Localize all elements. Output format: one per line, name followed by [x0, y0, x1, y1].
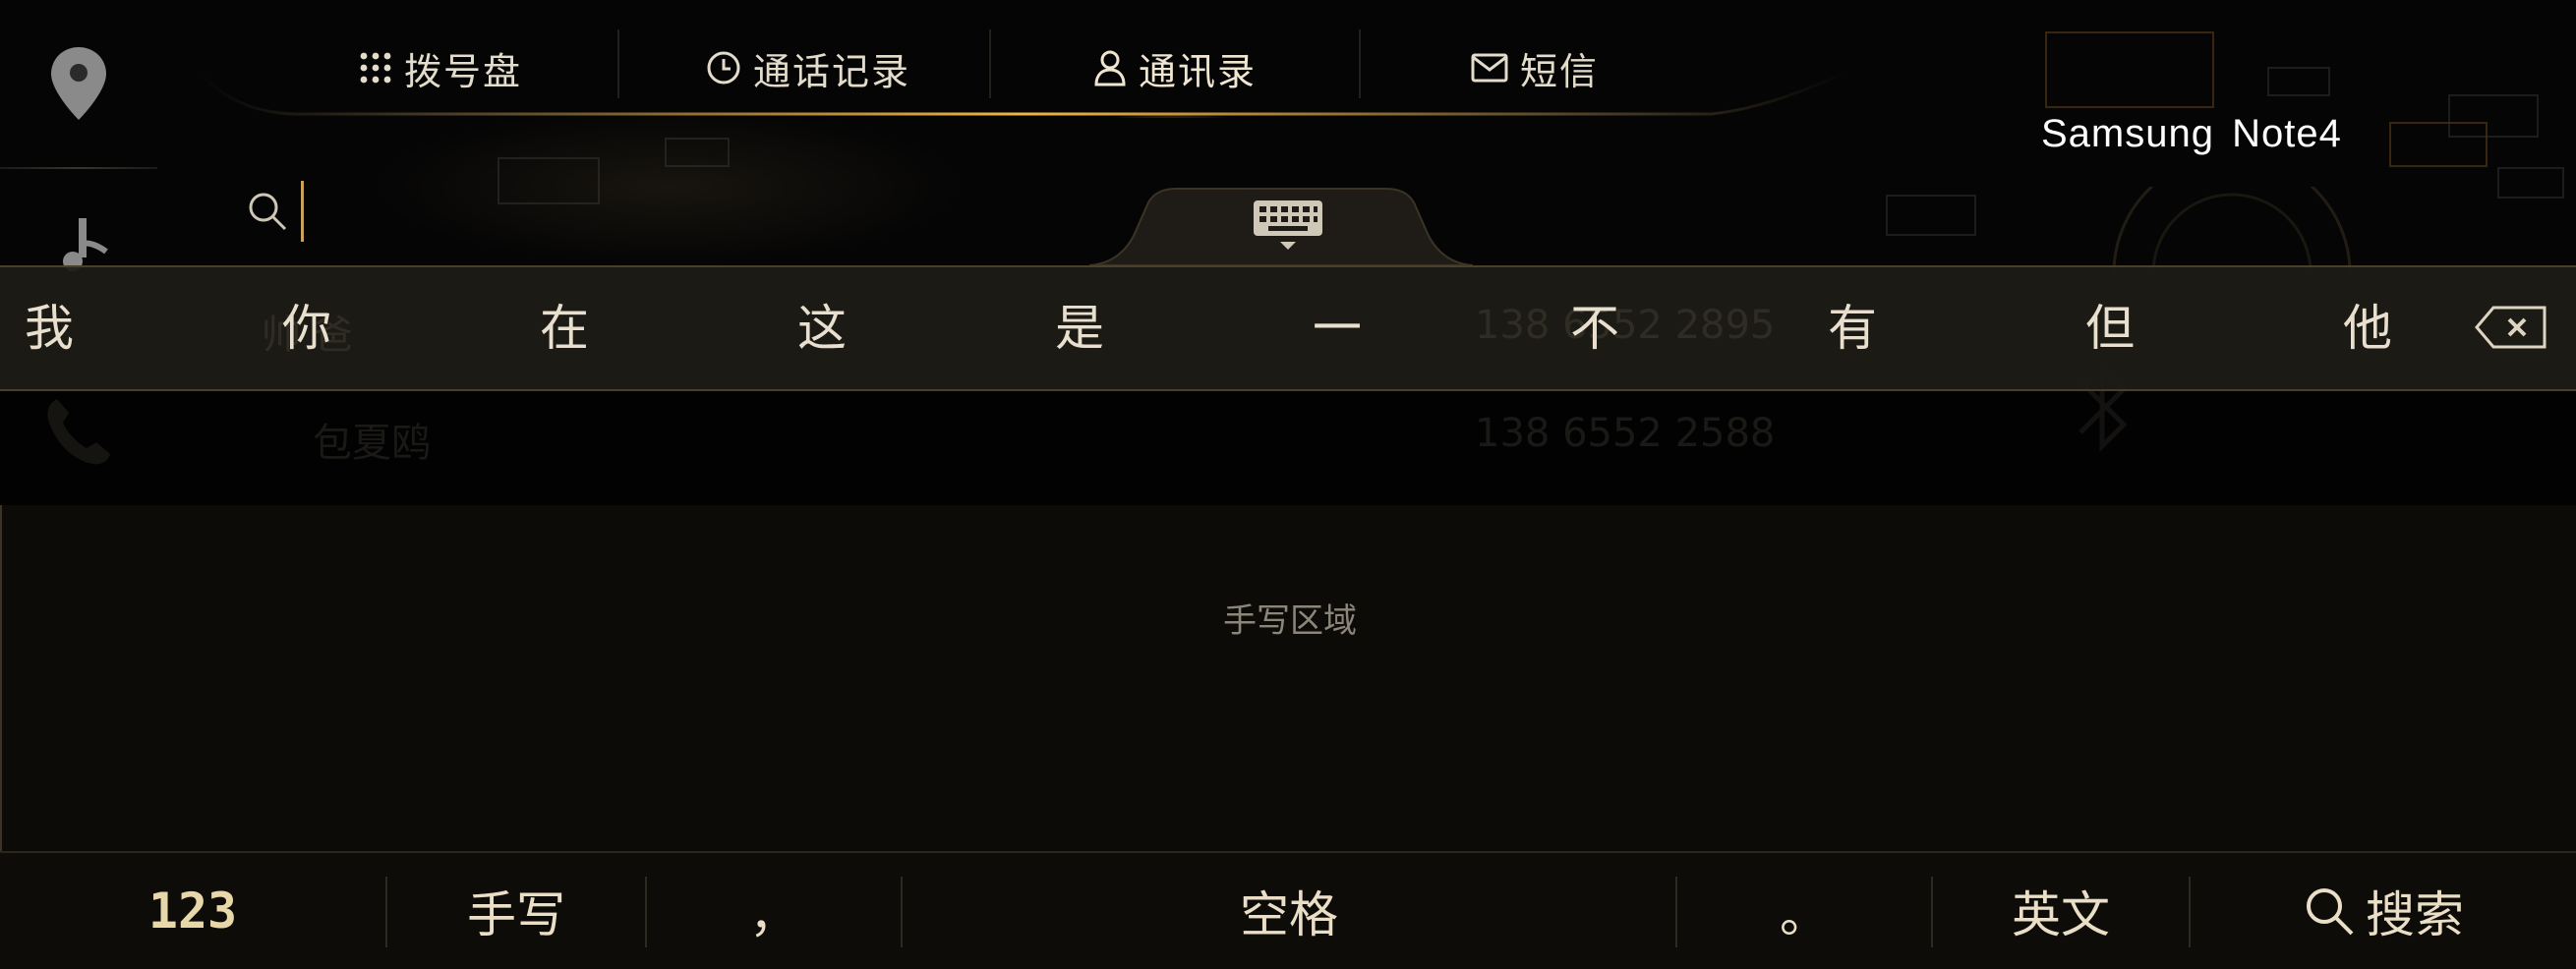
space-key-label: 空格: [1240, 886, 1338, 943]
deco-frame: [498, 157, 600, 204]
deco-frame: [665, 138, 730, 167]
deco-frame: [2497, 167, 2564, 199]
text-cursor: [301, 181, 304, 242]
candidate-word[interactable]: 你: [248, 267, 366, 389]
contact-phone: 138 6552 2588: [1475, 411, 1776, 456]
tab-separator: [989, 29, 991, 98]
handwriting-area[interactable]: 手写区域: [0, 505, 2576, 851]
location-pin-icon[interactable]: [49, 45, 108, 122]
period-key-label: 。: [1780, 886, 1829, 943]
dialpad-icon: [360, 52, 391, 84]
deco-frame: [2045, 31, 2214, 108]
deco-frame: [1886, 195, 1976, 236]
space-key[interactable]: 空格: [903, 853, 1675, 969]
comma-key[interactable]: ，: [647, 853, 901, 969]
candidate-word[interactable]: 我: [0, 267, 108, 389]
tab-bar: 拨号盘 通话记录 通讯录 短信: [197, 0, 1848, 118]
english-key-label: 英文: [2012, 886, 2110, 943]
handwrite-key-label: 手写: [467, 886, 565, 943]
tab-separator: [617, 29, 619, 98]
clock-icon: [707, 51, 740, 85]
left-rail: [0, 0, 157, 271]
handwrite-key[interactable]: 手写: [387, 853, 645, 969]
candidate-word[interactable]: 是: [1021, 267, 1139, 389]
deco-frame: [2267, 67, 2330, 96]
comma-key-label: ，: [749, 886, 798, 943]
music-note-icon[interactable]: [55, 214, 114, 273]
candidate-word[interactable]: 有: [1793, 267, 1911, 389]
deco-arc: [2112, 187, 2352, 274]
phone-icon: [47, 399, 110, 465]
tab-call-log[interactable]: 通话记录: [706, 37, 910, 98]
search-icon: [2307, 888, 2354, 936]
contact-name: 包夏鸥: [313, 421, 431, 466]
tab-sms[interactable]: 短信: [1471, 37, 1599, 98]
period-key[interactable]: 。: [1677, 853, 1931, 969]
search-icon: [249, 193, 287, 231]
english-key[interactable]: 英文: [1933, 853, 2189, 969]
rail-divider: [0, 167, 157, 169]
backspace-icon[interactable]: [2474, 305, 2548, 350]
candidate-word[interactable]: 他: [2309, 267, 2427, 389]
candidate-word[interactable]: 不: [1536, 267, 1654, 389]
tab-dialpad-label: 拨号盘: [404, 49, 523, 93]
background-contact-list: 包夏鸥 138 6552 2588: [0, 361, 2576, 505]
tab-contacts-label: 通讯录: [1139, 49, 1258, 93]
search-key[interactable]: 搜索: [2191, 853, 2576, 969]
keyboard-function-row: 123 手写 ， 空格 。 英文 搜索: [0, 851, 2576, 969]
candidate-word[interactable]: 一: [1278, 267, 1396, 389]
numbers-key[interactable]: 123: [0, 853, 385, 969]
tab-contacts[interactable]: 通讯录: [1093, 37, 1257, 98]
handwriting-area-label: 手写区域: [1223, 601, 1357, 641]
tab-separator: [1359, 29, 1361, 98]
search-field[interactable]: [246, 177, 304, 246]
person-icon: [1094, 50, 1126, 86]
candidate-word[interactable]: 但: [2051, 267, 2169, 389]
numbers-key-label: 123: [147, 883, 238, 940]
keyboard-toggle-button[interactable]: [1089, 187, 1473, 265]
candidate-bar: 帅 爸 138 6552 2895 我 你 在 这 是 一 不 有 但 他: [0, 265, 2576, 391]
background-glow: [374, 108, 964, 265]
search-key-label: 搜索: [2366, 886, 2464, 943]
tab-sms-label: 短信: [1520, 49, 1600, 93]
tab-dialpad[interactable]: 拨号盘: [359, 37, 522, 98]
candidate-word[interactable]: 在: [505, 267, 623, 389]
candidate-word[interactable]: 这: [763, 267, 881, 389]
envelope-icon: [1471, 53, 1508, 83]
tab-call-log-label: 通话记录: [753, 49, 911, 93]
connected-device-name: Samsung Note4: [2041, 112, 2342, 155]
deco-frame: [2448, 94, 2539, 138]
